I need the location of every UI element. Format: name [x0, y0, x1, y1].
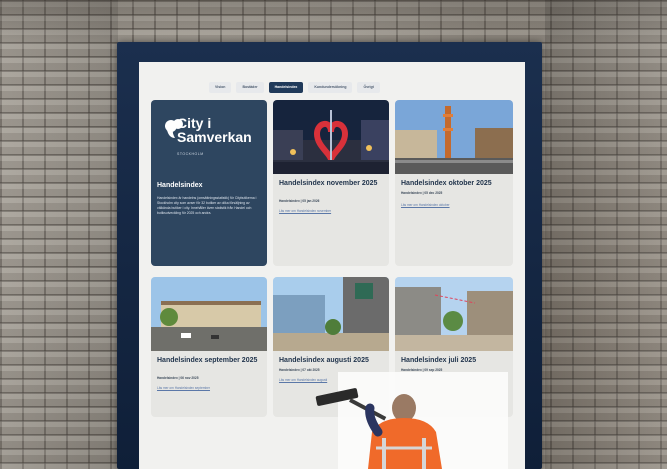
left-brick-pillar — [0, 0, 118, 469]
card-link[interactable]: Läs mer om Handelsindex november — [279, 209, 331, 213]
nav-tab-handelsindex: Handelsindex — [268, 82, 304, 93]
photo-sergels-torg-heart — [273, 100, 389, 174]
card-title: Handelsindex juli 2025 — [401, 357, 477, 364]
photo-pedestrian-street — [395, 277, 513, 351]
card-title: Handelsindex september 2025 — [157, 357, 258, 364]
card-link[interactable]: Läs mer om Handelsindex oktober — [401, 203, 450, 207]
card-title: Handelsindex november 2025 — [279, 180, 378, 187]
card-meta: Handelsindex | 06 nov 2025 — [157, 376, 199, 380]
poster-nav: Vision Bostäder Handelsindex Kundundersö… — [209, 82, 380, 93]
photo-city-square — [151, 277, 267, 351]
brand-card: City i Samverkan STOCKHOLM Handelsindex … — [151, 100, 267, 266]
brand-name-line2: Samverkan — [177, 129, 252, 145]
brand-name-line1: City i — [177, 115, 212, 131]
nav-tab-bostader: Bostäder — [236, 82, 264, 93]
nav-tab-ovrigt: Övrigt — [357, 82, 380, 93]
card-november: Handelsindex november 2025 Handelsindex … — [273, 100, 389, 266]
brand-card-title: Handelsindex — [157, 182, 203, 189]
card-oktober: Handelsindex oktober 2025 Handelsindex |… — [395, 100, 513, 266]
brand-description: Handelsindex är handelns (omsättningssta… — [157, 196, 257, 215]
card-meta: Handelsindex | 05 dec 2025 — [401, 191, 443, 195]
card-title: Handelsindex augusti 2025 — [279, 357, 369, 364]
photo-sergels-torg-obelisk — [395, 100, 513, 174]
worker-head — [392, 394, 416, 422]
right-brick-pillar — [545, 0, 667, 469]
card-september: Handelsindex september 2025 Handelsindex… — [151, 277, 267, 417]
nav-tab-kundundersokning: Kundundersökning — [308, 82, 353, 93]
card-meta: Handelsindex | 05 jan 2026 — [279, 199, 320, 203]
nav-tab-vision: Vision — [209, 82, 232, 93]
brush-head-icon — [315, 388, 359, 406]
card-meta: Handelsindex | 07 okt 2025 — [279, 368, 320, 372]
photo-shopping-street — [273, 277, 389, 351]
worker-with-brush — [315, 388, 442, 469]
brand-name: City i Samverkan — [177, 116, 252, 144]
brand-subtitle: STOCKHOLM — [177, 152, 204, 156]
card-title: Handelsindex oktober 2025 — [401, 180, 492, 187]
wall-top-shadow — [0, 0, 667, 40]
card-link[interactable]: Läs mer om Handelsindex september — [157, 386, 210, 390]
worker-arm — [365, 403, 383, 437]
